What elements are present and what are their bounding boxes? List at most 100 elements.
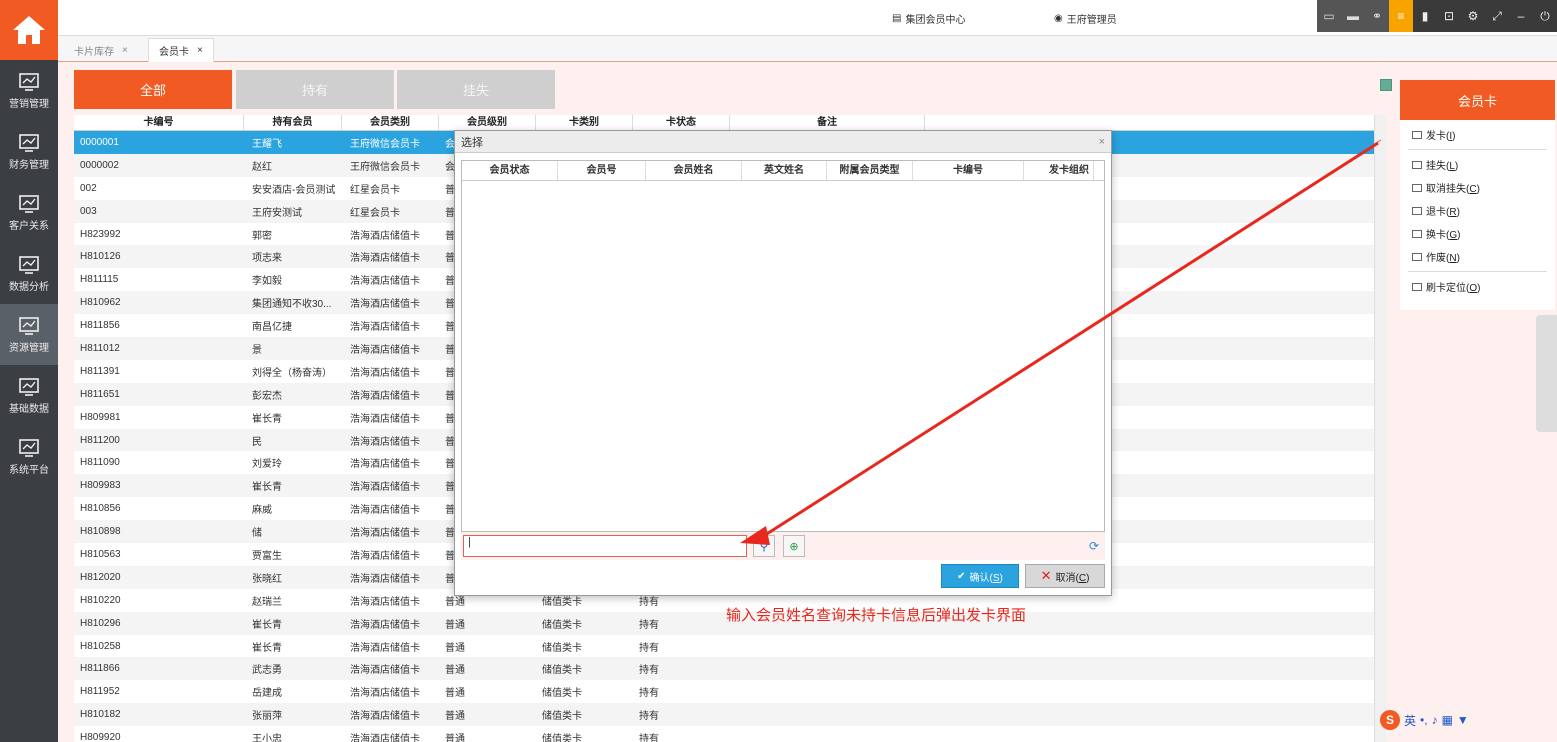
panel-action-1[interactable]: 挂失(L) (1400, 153, 1555, 176)
microphone-icon[interactable]: ♪ (1432, 713, 1438, 727)
nav-item[interactable]: 营销管理 (0, 60, 58, 121)
column-header[interactable]: 发卡组织 (1024, 161, 1094, 180)
table-cell: 浩海酒店储值卡 (350, 459, 420, 471)
table-row[interactable]: H809920 王小忠 浩海酒店储值卡 普通 储值类卡 持有 (74, 726, 1386, 742)
table-cell: 浩海酒店储值卡 (350, 505, 420, 517)
close-icon[interactable]: × (197, 45, 203, 56)
dialog-result-table: 会员状态 会员号 会员姓名 英文姓名 附属会员类型 卡编号 发卡组织 (461, 160, 1105, 532)
column-header[interactable]: 持有会员 (244, 115, 342, 130)
search-button[interactable]: ⚲ (753, 535, 775, 557)
menu-icon[interactable]: ≡ (1389, 0, 1413, 32)
table-cell: 储值类卡 (542, 711, 582, 723)
card-action-icon (1412, 130, 1422, 139)
table-row[interactable]: H811866 武志勇 浩海酒店储值卡 普通 储值类卡 持有 (74, 657, 1386, 681)
cancel-button[interactable]: ✕ 取消(C) (1025, 564, 1105, 588)
add-search-button[interactable]: ⊕ (783, 535, 805, 557)
table-cell: H810126 (80, 251, 121, 263)
panel-action-2[interactable]: 取消挂失(C) (1400, 176, 1555, 199)
panel-action-5[interactable]: 作废(N) (1400, 245, 1555, 268)
column-header[interactable]: 附属会员类型 (827, 161, 913, 180)
ime-toolbar[interactable]: S 英 •, ♪ ▦ ▼ (1380, 708, 1557, 732)
refresh-icon[interactable]: ⟳ (1089, 539, 1099, 553)
settings-icon[interactable]: ⚙ (1461, 0, 1485, 32)
table-cell: H811391 (80, 365, 120, 377)
dialog-search-bar: | ⚲ ⊕ ⟳ (461, 532, 1105, 560)
minimize-icon[interactable]: – (1509, 0, 1533, 32)
link-icon[interactable]: ⚭ (1365, 0, 1389, 32)
export-icon[interactable] (1380, 79, 1392, 91)
table-cell: H811651 (80, 388, 120, 400)
right-action-panel: 会员卡 发卡(I) 挂失(L) 取消挂失(C) 退卡(R) 换卡(G) 作废(N) 刷卡定位… (1398, 62, 1557, 742)
nav-item[interactable]: 财务管理 (0, 121, 58, 182)
filter-all-button[interactable]: 全部 (74, 70, 232, 109)
expand-icon[interactable]: ⤢ (1485, 0, 1509, 32)
column-header[interactable]: 卡编号 (913, 161, 1024, 180)
table-cell: 浩海酒店储值卡 (350, 596, 420, 608)
nav-item[interactable]: 系统平台 (0, 426, 58, 487)
table-cell: 赵瑞兰 (252, 596, 282, 608)
lock-icon[interactable]: ⊡ (1437, 0, 1461, 32)
table-cell: 景 (252, 344, 262, 356)
table-cell: H811012 (80, 342, 120, 354)
punctuation-icon[interactable]: •, (1420, 713, 1428, 727)
table-cell: 浩海酒店储值卡 (350, 367, 420, 379)
tab-card-stock[interactable]: 卡片库存 × (64, 38, 138, 62)
confirm-button[interactable]: ✔ 确认(S) (941, 564, 1019, 588)
column-header[interactable]: 卡编号 (74, 115, 244, 130)
column-header[interactable]: 卡类别 (536, 115, 633, 130)
confirm-label: 确认(S) (969, 572, 1003, 584)
table-row[interactable]: H810258 崔长青 浩海酒店储值卡 普通 储值类卡 持有 (74, 635, 1386, 658)
dialog-title: 选择 (461, 136, 483, 149)
window-icon[interactable]: ▬ (1341, 0, 1365, 32)
table-cell: H811200 (80, 434, 120, 446)
nav-item[interactable]: 资源管理 (0, 304, 58, 365)
table-cell: 浩海酒店储值卡 (350, 276, 420, 288)
table-cell: 王府微信会员卡 (350, 138, 420, 150)
nav-item-label: 系统平台 (9, 464, 49, 476)
table-cell: 持有 (639, 688, 659, 700)
nav-item[interactable]: 数据分析 (0, 243, 58, 304)
register-icon (19, 133, 39, 152)
select-dialog: 选择 × 会员状态 会员号 会员姓名 英文姓名 附属会员类型 卡编号 发卡组织 … (454, 130, 1112, 596)
column-header[interactable]: 卡状态 (633, 115, 730, 130)
user-menu[interactable]: ◉ 王府管理员 (1054, 11, 1117, 26)
folder-icon[interactable]: ▭ (1317, 0, 1341, 32)
vertical-scrollbar[interactable] (1374, 115, 1386, 742)
keyboard-icon[interactable]: ▦ (1442, 713, 1453, 727)
card-action-icon (1412, 206, 1422, 215)
table-cell: 普通 (445, 619, 465, 631)
ime-language[interactable]: 英 (1404, 712, 1416, 729)
home-button[interactable] (0, 0, 58, 60)
column-header[interactable]: 会员级别 (439, 115, 536, 130)
power-icon[interactable]: ⏻ (1533, 0, 1557, 32)
panel-action-6[interactable]: 刷卡定位(O) (1400, 275, 1555, 298)
panel-action-3[interactable]: 退卡(R) (1400, 199, 1555, 222)
group-center-link[interactable]: ▤ 集团会员中心 (892, 11, 965, 26)
filter-held-button[interactable]: 持有 (236, 70, 394, 109)
column-header[interactable]: 会员姓名 (646, 161, 742, 180)
member-name-search-input[interactable]: | (463, 535, 747, 557)
table-row[interactable]: H810182 张丽萍 浩海酒店储值卡 普通 储值类卡 持有 (74, 703, 1386, 727)
nav-item[interactable]: 基础数据 (0, 365, 58, 426)
column-header[interactable]: 英文姓名 (742, 161, 827, 180)
filter-lost-button[interactable]: 挂失 (397, 70, 555, 109)
floating-status-widget[interactable] (1536, 315, 1557, 432)
skin-icon[interactable]: ▼ (1457, 713, 1469, 727)
nav-item-label: 资源管理 (9, 342, 49, 354)
column-header[interactable]: 会员号 (558, 161, 646, 180)
column-header[interactable]: 会员类别 (342, 115, 439, 130)
table-cell: 贾富生 (252, 550, 282, 562)
column-header[interactable]: 会员状态 (462, 161, 558, 180)
table-cell: H810296 (80, 617, 121, 629)
panel-action-4[interactable]: 换卡(G) (1400, 222, 1555, 245)
close-icon[interactable]: × (1099, 136, 1105, 148)
column-header[interactable]: 备注 (730, 115, 925, 130)
tab-member-card[interactable]: 会员卡 × (148, 38, 214, 62)
group-center-label: 集团会员中心 (905, 15, 966, 26)
nav-item[interactable]: 客户关系 (0, 182, 58, 243)
table-cell: 王耀飞 (252, 138, 282, 150)
panel-action-0[interactable]: 发卡(I) (1400, 123, 1555, 146)
card-action-icon (1412, 183, 1422, 192)
table-row[interactable]: H811952 岳建成 浩海酒店储值卡 普通 储值类卡 持有 (74, 680, 1386, 703)
close-icon[interactable]: × (122, 45, 128, 56)
